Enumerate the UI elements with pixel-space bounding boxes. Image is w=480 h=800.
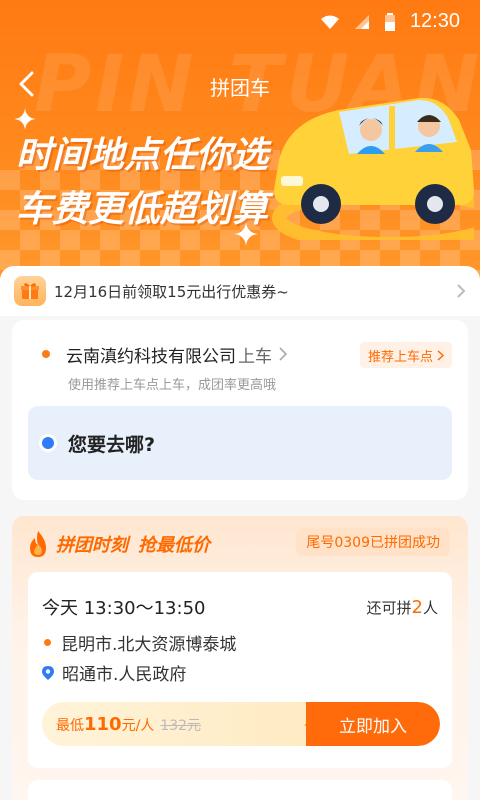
pickup-name: 云南滇约科技有限公司: [66, 346, 236, 367]
join-now-button[interactable]: 立即加入: [306, 702, 440, 746]
trip-to-text: 昭通市.人民政府: [62, 665, 187, 685]
wifi-icon: [320, 15, 339, 29]
screen: PIN TUAN 12:30 拼团车 时间地点任你选 车费更低超划算 12月16…: [0, 0, 480, 800]
join-bar: 最低110元/人 132元 立即加入: [42, 702, 440, 746]
status-time: 12:30: [409, 10, 460, 32]
coupon-text: 12月16日前领取15元出行优惠券~: [54, 282, 289, 301]
trip-time: 今天 13:30～13:50: [42, 598, 206, 619]
price-unit: 元/人: [121, 718, 155, 734]
pickup-dot: [42, 350, 50, 358]
trip-card-partial[interactable]: [28, 780, 452, 800]
group-panel: 拼团时刻 抢最低价 尾号0309已拼团成功 今天 13:30～13:50 还可拼…: [12, 516, 468, 800]
chevron-right-icon: [279, 347, 288, 361]
flame-icon: [30, 531, 46, 557]
success-badge: 尾号0309已拼团成功: [296, 528, 450, 556]
destination-dot: [42, 437, 54, 449]
trip-card[interactable]: 今天 13:30～13:50 还可拼2人 昆明市.北大资源博泰城 昭通市.人民政…: [28, 572, 452, 768]
hero-banner: PIN TUAN 12:30 拼团车 时间地点任你选 车费更低超划算: [0, 0, 480, 300]
status-bar: 12:30: [0, 0, 480, 44]
gift-icon: [14, 276, 46, 306]
chevron-right-icon: [457, 284, 466, 298]
pickup-hint: 使用推荐上车点上车，成团率更高哦: [68, 378, 277, 393]
signal-icon: [354, 14, 369, 29]
price-prefix: 最低: [56, 718, 84, 734]
recommend-pickup-label: 推荐上车点: [367, 349, 433, 365]
group-title: 拼团时刻: [56, 535, 128, 556]
original-price: 132元: [160, 718, 202, 734]
sparkle-icon: [234, 222, 258, 246]
price-info: 最低110元/人 132元: [56, 714, 201, 735]
group-subtitle: 抢最低价: [138, 535, 210, 556]
route-card: 云南滇约科技有限公司 上车 推荐上车点 使用推荐上车点上车，成团率更高哦 您要去…: [12, 320, 468, 500]
coupon-banner[interactable]: 12月16日前领取15元出行优惠券~: [0, 266, 480, 316]
trip-from-text: 昆明市.北大资源博泰城: [61, 635, 237, 655]
chevron-right-icon: [437, 349, 444, 361]
hero-headline-2: 车费更低超划算: [16, 189, 269, 230]
price-value: 110: [84, 714, 122, 735]
pickup-suffix: 上车: [238, 346, 272, 367]
destination-input[interactable]: 您要去哪?: [28, 406, 452, 480]
destination-placeholder: 您要去哪?: [68, 433, 156, 456]
recommend-pickup-button[interactable]: 推荐上车点: [359, 342, 452, 368]
group-header: 拼团时刻 抢最低价: [26, 530, 210, 558]
hero-headline-1: 时间地点任你选: [16, 135, 269, 176]
location-pin-icon: [42, 665, 54, 680]
car-illustration: [272, 97, 474, 240]
trip-to: 昭通市.人民政府: [42, 660, 186, 685]
seats-count: 2: [411, 596, 423, 618]
seats-remaining: 还可拼2人: [367, 597, 438, 618]
seats-suffix: 人: [422, 598, 438, 617]
trip-from: 昆明市.北大资源博泰城: [42, 630, 236, 655]
battery-icon: [384, 12, 395, 31]
origin-dot: [44, 639, 51, 646]
seats-prefix: 还可拼: [366, 598, 412, 617]
